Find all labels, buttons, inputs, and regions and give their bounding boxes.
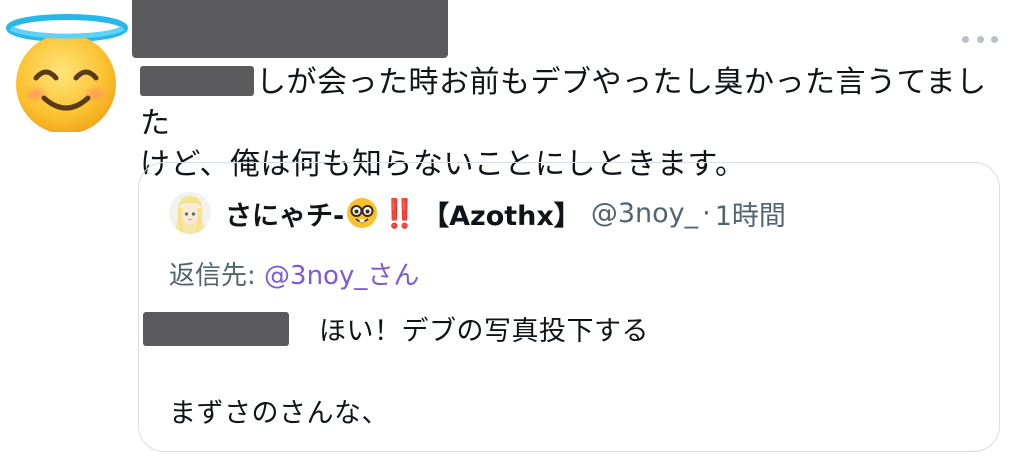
reply-to-label: 返信先:	[169, 261, 265, 291]
quoted-tweet-header: さにゃチ- ‼️ 【Azothx】 @3noy_ · 1時間	[169, 191, 786, 235]
quoted-handle[interactable]: @3noy_	[591, 198, 698, 229]
redacted-quoted-text	[143, 311, 289, 346]
quoted-name-tag: 【Azothx】	[422, 200, 581, 232]
reply-mention-link[interactable]: @3noy_さん	[264, 261, 419, 291]
quoted-text-line-1: ほい！デブの写真投下する	[143, 309, 649, 348]
quoted-display-name[interactable]: さにゃチ-	[225, 194, 344, 233]
tweet-text-line-1: しが会った時お前もデブやったし臭かった言うてました	[140, 62, 1000, 144]
redacted-text	[140, 66, 254, 96]
redacted-author-name	[132, 0, 448, 58]
quoted-timestamp[interactable]: 1時間	[715, 194, 786, 233]
quoted-text-line-2: まずさのさんな、	[169, 398, 389, 429]
author-avatar-icon[interactable]	[6, 6, 132, 134]
tweet: しが会った時お前もデブやったし臭かった言うてました けど、俺は何も知らないことに…	[0, 0, 1024, 464]
nerd-face-icon	[347, 198, 378, 228]
quoted-text-line-1-content: ほい！デブの写真投下する	[319, 316, 649, 347]
more-options-icon[interactable]	[962, 30, 998, 48]
double-exclamation-icon: ‼️	[382, 196, 417, 230]
reply-to-line: 返信先: @3noy_さん	[169, 255, 419, 292]
quoted-tweet-card[interactable]: さにゃチ- ‼️ 【Azothx】 @3noy_ · 1時間 返信先: @3no…	[138, 162, 1000, 452]
tweet-text-line-1-content: しが会った時お前もデブやったし臭かった言うてました	[140, 65, 987, 141]
quoted-author-avatar[interactable]	[169, 192, 211, 234]
header-separator: ·	[702, 197, 711, 229]
